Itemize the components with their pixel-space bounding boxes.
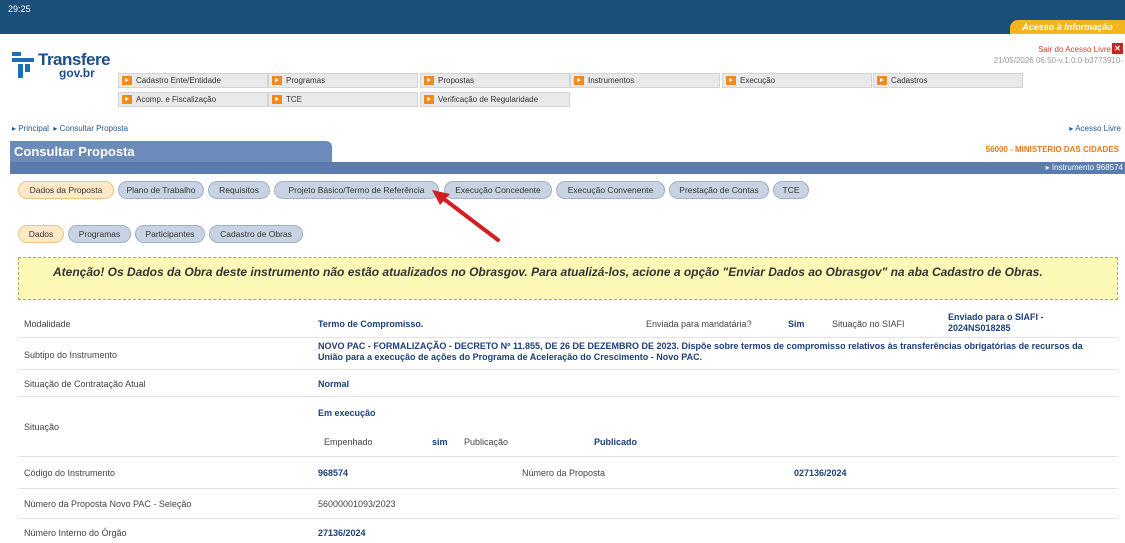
row-subtipo: Subtipo do Instrumento NOVO PAC - FORMAL… <box>18 338 1118 370</box>
breadcrumb: ▸ Principal ▸ Consultar Proposta <box>12 124 128 133</box>
ministerio-label: 56000 - MINISTERIO DAS CIDADES <box>985 145 1119 154</box>
breadcrumb-principal[interactable]: ▸ Principal <box>12 124 49 133</box>
instrumento-bar: ▸ Instrumento 968574 <box>10 162 1125 174</box>
menu-programas[interactable]: Programas <box>268 73 418 88</box>
acesso-livre-link[interactable]: ▸ Acesso Livre <box>1069 124 1121 133</box>
publicacao-label: Publicação <box>464 437 509 447</box>
breadcrumb-consultar-proposta[interactable]: ▸ Consultar Proposta <box>53 124 128 133</box>
page-title: Consultar Proposta <box>10 141 332 162</box>
menu-arrow-icon <box>877 76 887 85</box>
menu-arrow-icon <box>424 76 434 85</box>
logo-text-govbr: gov.br <box>59 66 95 80</box>
menu-arrow-icon <box>272 95 282 104</box>
subtipo-value: NOVO PAC - FORMALIZAÇÃO - DECRETO Nº 11.… <box>318 341 1083 362</box>
contratacao-value: Normal <box>318 379 350 389</box>
empenhado-label: Empenhado <box>324 437 373 447</box>
modalidade-value: Termo de Compromisso. <box>318 319 424 329</box>
modalidade-label: Modalidade <box>24 319 71 329</box>
numero-interno-label: Número Interno do Órgão <box>24 528 127 538</box>
mandataria-value: Sim <box>788 319 805 329</box>
contratacao-label: Situação de Contratação Atual <box>24 379 146 389</box>
menu-cadastros[interactable]: Cadastros <box>873 73 1023 88</box>
row-contratacao: Situação de Contratação Atual Normal <box>18 370 1118 397</box>
numero-proposta-label: Número da Proposta <box>522 468 606 478</box>
subtipo-label: Subtipo do Instrumento <box>24 350 118 360</box>
menu-arrow-icon <box>726 76 736 85</box>
siafi-value-line1: Enviado para o SIAFI - <box>948 312 1044 322</box>
menu-acomp-fiscalizacao[interactable]: Acomp. e Fiscalização <box>118 92 268 107</box>
subtab-programas[interactable]: Programas <box>68 225 131 243</box>
tab-projeto-basico[interactable]: Projeto Básico/Termo de Referência <box>274 181 439 199</box>
subtab-participantes[interactable]: Participantes <box>135 225 205 243</box>
numero-interno-value: 27136/2024 <box>318 528 366 538</box>
row-codigo: Código do Instrumento 968574 Número da P… <box>18 457 1118 489</box>
sair-acesso-livre-link[interactable]: Sair do Acesso Livre <box>1038 45 1111 54</box>
subtab-cadastro-de-obras[interactable]: Cadastro de Obras <box>209 225 303 243</box>
menu-cadastro-ente[interactable]: Cadastro Ente/Entidade <box>118 73 268 88</box>
tab-execucao-convenente[interactable]: Execução Convenente <box>556 181 665 199</box>
tab-prestacao-de-contas[interactable]: Prestação de Contas <box>669 181 769 199</box>
tab-tce[interactable]: TCE <box>773 181 809 199</box>
mandataria-label: Enviada para mandatária? <box>646 319 752 329</box>
codigo-label: Código do Instrumento <box>24 468 116 478</box>
menu-verificacao-regularidade[interactable]: Verificação de Regularidade <box>420 92 570 107</box>
logo-mark-icon <box>12 52 34 78</box>
empenhado-value: sim <box>432 437 448 447</box>
menu-tce[interactable]: TCE <box>268 92 418 107</box>
menu-arrow-icon <box>272 76 282 85</box>
situacao-value: Em execução <box>318 408 376 418</box>
transferegov-logo[interactable]: Transfere gov.br <box>12 50 112 80</box>
row-numero-interno: Número Interno do Órgão 27136/2024 <box>18 519 1118 543</box>
top-bar: 29:25 Acesso à Informação <box>0 0 1125 34</box>
novo-pac-value: 56000001093/2023 <box>318 499 396 509</box>
subtab-dados[interactable]: Dados <box>18 225 64 243</box>
acesso-informacao-link[interactable]: Acesso à Informação <box>1010 20 1125 34</box>
instrumento-label: ▸ Instrumento 968574 <box>1045 163 1123 172</box>
menu-arrow-icon <box>424 95 434 104</box>
row-modalidade: Modalidade Termo de Compromisso. Enviada… <box>18 308 1118 338</box>
menu-execucao[interactable]: Execução <box>722 73 872 88</box>
situacao-label: Situação <box>24 422 60 432</box>
menu-arrow-icon <box>122 95 132 104</box>
tab-dados-da-proposta[interactable]: Dados da Proposta <box>18 181 114 199</box>
numero-proposta-value: 027136/2024 <box>794 468 847 478</box>
novo-pac-label: Número da Proposta Novo PAC - Seleção <box>24 499 192 509</box>
red-arrow-annotation <box>432 190 500 242</box>
siafi-label: Situação no SIAFI <box>832 319 905 329</box>
menu-arrow-icon <box>574 76 584 85</box>
menu-instrumentos[interactable]: Instrumentos <box>570 73 720 88</box>
menu-propostas[interactable]: Propostas <box>420 73 570 88</box>
codigo-value: 968574 <box>318 468 349 478</box>
row-novo-pac: Número da Proposta Novo PAC - Seleção 56… <box>18 489 1118 519</box>
obrasgov-alert: Atenção! Os Dados da Obra deste instrume… <box>18 257 1118 300</box>
tab-requisitos[interactable]: Requisitos <box>208 181 270 199</box>
menu-arrow-icon <box>122 76 132 85</box>
session-timer: 29:25 <box>8 4 31 14</box>
tab-plano-de-trabalho[interactable]: Plano de Trabalho <box>118 181 204 199</box>
siafi-value-line2: 2024NS018285 <box>948 323 1011 333</box>
publicacao-value: Publicado <box>594 437 638 447</box>
version-text: 21/05/2026 06:50-v.1.0.0-b3773910- <box>993 56 1123 65</box>
row-situacao: Situação Em execução Empenhado sim Publi… <box>18 397 1118 457</box>
close-icon[interactable]: ✕ <box>1112 43 1123 54</box>
